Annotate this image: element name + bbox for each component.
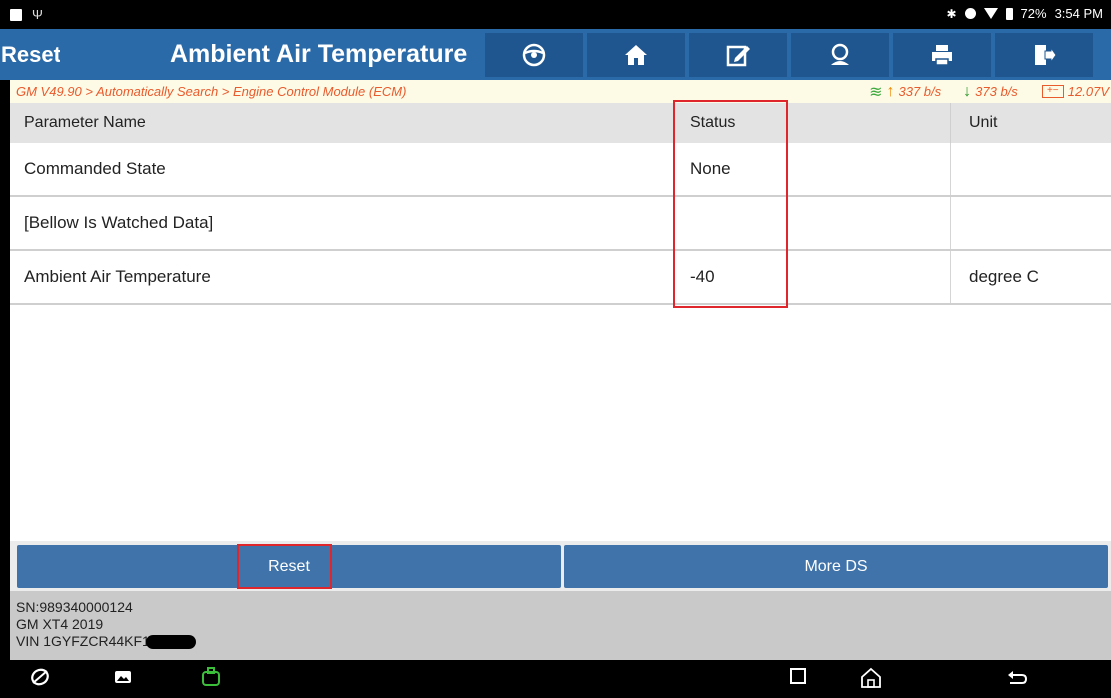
header-unit: Unit	[950, 103, 1111, 143]
recents-icon[interactable]	[789, 667, 807, 691]
browser-icon[interactable]	[30, 667, 50, 693]
vci-icon[interactable]	[200, 667, 222, 695]
edit-button[interactable]	[689, 32, 787, 77]
parameter-unit	[950, 143, 1111, 195]
steering-wheel-button[interactable]	[485, 32, 583, 77]
download-rate: 373 b/s	[975, 84, 1018, 99]
bluetooth-icon: ✱	[946, 6, 957, 21]
title-toolbar: Reset Ambient Air Temperature	[0, 29, 1111, 80]
breadcrumb-bar: GM V49.90 > Automatically Search > Engin…	[10, 80, 1111, 103]
vehicle-model: GM XT4 2019	[16, 616, 104, 632]
previous-title-fragment: Reset	[1, 41, 60, 67]
back-icon[interactable]	[1006, 667, 1028, 695]
connection-status: ≋ ↑ 337 b/s ↓ 373 b/s +− 12.07V	[869, 82, 1111, 102]
vin: VIN 1GYFZCR44KF1	[16, 633, 150, 649]
usb-icon: Ψ	[32, 7, 43, 22]
battery-percent: 72%	[1020, 6, 1047, 21]
do-not-disturb-icon	[964, 8, 976, 19]
parameter-name: [Bellow Is Watched Data]	[24, 213, 214, 232]
exit-button[interactable]	[995, 32, 1093, 77]
home-nav-icon[interactable]	[860, 667, 882, 695]
battery-icon	[1005, 7, 1013, 20]
wifi-signal-icon: ≋	[869, 83, 883, 101]
vehicle-info: SN:989340000124 GM XT4 2019 VIN 1GYFZCR4…	[10, 591, 1111, 660]
download-arrow-icon: ↓	[963, 82, 972, 100]
table-row[interactable]: Ambient Air Temperature -40 degree C	[10, 251, 1111, 305]
vin-line: VIN 1GYFZCR44KF1	[16, 633, 1111, 650]
serial-number: SN:989340000124	[16, 599, 133, 615]
upload-rate: 337 b/s	[898, 84, 942, 99]
page-title: Ambient Air Temperature	[170, 40, 468, 68]
header-parameter-name: Parameter Name	[24, 114, 146, 131]
table-header: Parameter Name Status Unit	[10, 103, 1111, 143]
gallery-notification-icon	[10, 8, 22, 21]
parameter-name: Commanded State	[24, 159, 166, 178]
home-button[interactable]	[587, 32, 685, 77]
wifi-icon	[983, 8, 998, 19]
upload-arrow-icon: ↑	[886, 82, 895, 100]
home-icon	[625, 44, 647, 65]
gallery-icon[interactable]	[113, 667, 133, 693]
table-row[interactable]: [Bellow Is Watched Data]	[10, 197, 1111, 251]
action-bar: Reset More DS	[10, 541, 1111, 591]
car-battery-icon: +−	[1041, 85, 1064, 98]
voltage: 12.07V	[1067, 84, 1109, 99]
redaction-mask	[145, 635, 196, 650]
reset-highlight-box	[237, 544, 332, 589]
status-highlight-box	[673, 100, 788, 308]
print-icon	[932, 44, 952, 66]
exit-icon	[1035, 44, 1057, 65]
steering-wheel-icon	[522, 43, 546, 66]
print-button[interactable]	[893, 32, 991, 77]
system-status-bar: Ψ ✱ 72% 3:54 PM	[0, 0, 1111, 29]
data-stream-table: Parameter Name Status Unit Commanded Sta…	[10, 103, 1111, 541]
clock: 3:54 PM	[1054, 6, 1103, 21]
edit-icon	[726, 45, 750, 66]
breadcrumb: GM V49.90 > Automatically Search > Engin…	[16, 84, 407, 99]
table-row[interactable]: Commanded State None	[10, 143, 1111, 197]
parameter-unit	[950, 197, 1111, 249]
parameter-unit: degree C	[950, 251, 1111, 303]
user-support-icon	[831, 43, 849, 65]
system-nav-bar	[0, 660, 1111, 698]
more-ds-button[interactable]: More DS	[564, 545, 1108, 588]
user-support-button[interactable]	[791, 32, 889, 77]
parameter-name: Ambient Air Temperature	[24, 267, 211, 286]
